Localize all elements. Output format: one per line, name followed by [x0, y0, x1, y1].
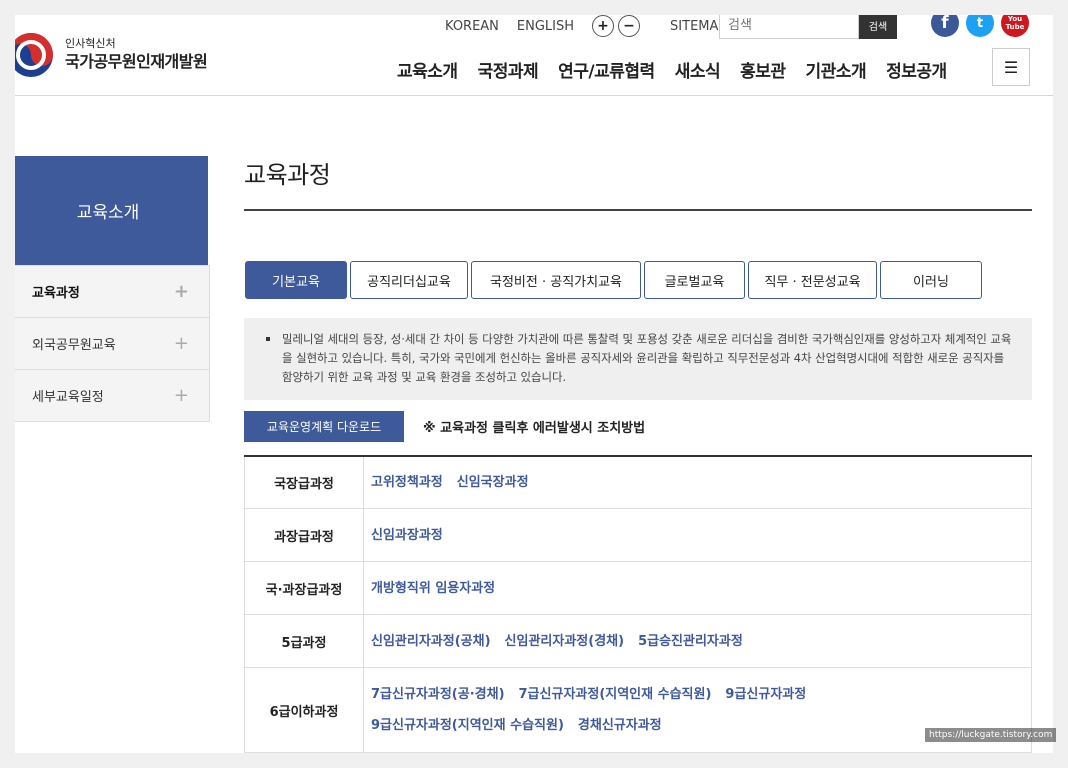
tab-elearning[interactable]: 이러닝 [880, 261, 982, 299]
search-box: 검색 [719, 15, 905, 39]
english-link[interactable]: ENGLISH [517, 19, 574, 34]
youtube-icon[interactable]: You Tube [1001, 15, 1029, 37]
zoom-in-button[interactable]: + [592, 15, 615, 37]
course-link[interactable]: 신임과장과정 [371, 520, 443, 551]
row-header: 5급과정 [244, 615, 364, 667]
tab-job-expertise[interactable]: 직무 · 전문성교육 [748, 261, 877, 299]
download-plan-button[interactable]: 교육운영계획 다운로드 [244, 411, 404, 442]
korean-link[interactable]: KOREAN [445, 19, 499, 34]
course-link[interactable]: 신임관리자과정(경채) [505, 626, 625, 657]
row-header: 국·과장급과정 [244, 562, 364, 614]
sidebar-item-foreign-officials[interactable]: 외국공무원교육 + [15, 317, 209, 369]
nav-national-tasks[interactable]: 국정과제 [478, 57, 539, 82]
nav-disclosure[interactable]: 정보공개 [886, 57, 947, 82]
tab-basic[interactable]: 기본교육 [245, 261, 347, 299]
course-link[interactable]: 7급신규자과정(지역인재 수습직원) [519, 679, 712, 710]
intro-box: 밀레니얼 세대의 등장, 성·세대 간 차이 등 다양한 가치관에 따른 통찰력… [244, 318, 1032, 400]
sidebar-title: 교육소개 [15, 156, 208, 265]
tab-leadership[interactable]: 공직리더십교육 [350, 261, 468, 299]
table-row: 5급과정 신임관리자과정(공채) 신임관리자과정(경채) 5급승진관리자과정 [244, 615, 1032, 668]
plus-icon: + [173, 333, 189, 354]
course-link[interactable]: 9급신규자과정 [725, 679, 806, 710]
bullet-icon [266, 337, 270, 341]
course-link[interactable]: 7급신규자과정(공·경채) [371, 679, 505, 710]
plus-icon: + [173, 281, 189, 302]
sitemap-link[interactable]: SITEMAP [670, 19, 726, 34]
search-button[interactable]: 검색 [859, 15, 897, 39]
site-logo[interactable]: 인사혁신처 국가공무원인재개발원 [15, 31, 208, 79]
utility-nav: KOREAN ENGLISH + − SITEMAP [445, 15, 744, 37]
sidebar-item-label: 세부교육일정 [32, 390, 104, 405]
page-title: 교육과정 [244, 161, 331, 189]
zoom-out-button[interactable]: − [618, 15, 641, 37]
course-link[interactable]: 고위정책과정 [371, 467, 443, 498]
course-link[interactable]: 5급승진관리자과정 [638, 626, 743, 657]
sidebar-menu: 교육과정 + 외국공무원교육 + 세부교육일정 + [15, 265, 210, 422]
watermark: https://luckgate.tistory.com [925, 728, 1057, 742]
course-link[interactable]: 신임관리자과정(공채) [371, 626, 491, 657]
tab-global[interactable]: 글로벌교육 [644, 261, 745, 299]
nav-about[interactable]: 기관소개 [806, 57, 867, 82]
twitter-icon[interactable]: t [966, 15, 994, 37]
zoom-controls: + − [592, 15, 644, 37]
logo-institute-name: 국가공무원인재개발원 [65, 52, 208, 71]
table-row: 6급이하과정 7급신규자과정(공·경채) 7급신규자과정(지역인재 수습직원) … [244, 668, 1032, 753]
social-links: f t You Tube [924, 15, 1029, 37]
intro-text: 밀레니얼 세대의 등장, 성·세대 간 차이 등 다양한 가치관에 따른 통찰력… [282, 332, 1012, 384]
nav-research-exchange[interactable]: 연구/교류협력 [558, 57, 655, 82]
course-link[interactable]: 개방형직위 임용자과정 [371, 573, 495, 604]
facebook-icon[interactable]: f [931, 15, 959, 37]
sidebar-item-label: 외국공무원교육 [32, 338, 116, 353]
title-divider [244, 209, 1032, 211]
main-nav: 교육소개 국정과제 연구/교류협력 새소식 홍보관 기관소개 정보공개 [397, 57, 967, 82]
sidebar-item-curriculum[interactable]: 교육과정 + [15, 265, 209, 317]
nav-education-intro[interactable]: 교육소개 [397, 57, 458, 82]
taegeuk-logo-icon [15, 31, 55, 79]
page: 인사혁신처 국가공무원인재개발원 KOREAN ENGLISH + − SITE… [15, 15, 1053, 753]
nav-pr-center[interactable]: 홍보관 [740, 57, 786, 82]
sidebar-item-schedule[interactable]: 세부교육일정 + [15, 369, 209, 421]
table-row: 국·과장급과정 개방형직위 임용자과정 [244, 562, 1032, 615]
course-link[interactable]: 신임국장과정 [457, 467, 529, 498]
error-notice-link[interactable]: ※ 교육과정 클릭후 에러발생시 조치방법 [423, 417, 645, 436]
course-link[interactable]: 9급신규자과정(지역인재 수습직원) [371, 710, 564, 741]
row-header: 6급이하과정 [244, 668, 364, 752]
nav-news[interactable]: 새소식 [675, 57, 721, 82]
site-header: 인사혁신처 국가공무원인재개발원 KOREAN ENGLISH + − SITE… [15, 15, 1053, 96]
course-table: 국장급과정 고위정책과정 신임국장과정 과장급과정 신임과장과정 국·과장급과정… [244, 455, 1032, 753]
table-row: 국장급과정 고위정책과정 신임국장과정 [244, 457, 1032, 509]
course-link[interactable]: 경채신규자과정 [578, 710, 662, 741]
course-tabs: 기본교육 공직리더십교육 국정비전 · 공직가치교육 글로벌교육 직무 · 전문… [245, 261, 985, 299]
screenshot-frame: 인사혁신처 국가공무원인재개발원 KOREAN ENGLISH + − SITE… [0, 0, 1068, 768]
row-header: 과장급과정 [244, 509, 364, 561]
table-row: 과장급과정 신임과장과정 [244, 509, 1032, 562]
row-header: 국장급과정 [244, 457, 364, 508]
search-input[interactable] [719, 15, 859, 39]
logo-ministry: 인사혁신처 [65, 37, 116, 50]
hamburger-menu-icon[interactable]: ☰ [992, 48, 1030, 86]
plus-icon: + [173, 385, 189, 406]
sidebar-item-label: 교육과정 [32, 286, 80, 301]
tab-national-vision[interactable]: 국정비전 · 공직가치교육 [471, 261, 641, 299]
